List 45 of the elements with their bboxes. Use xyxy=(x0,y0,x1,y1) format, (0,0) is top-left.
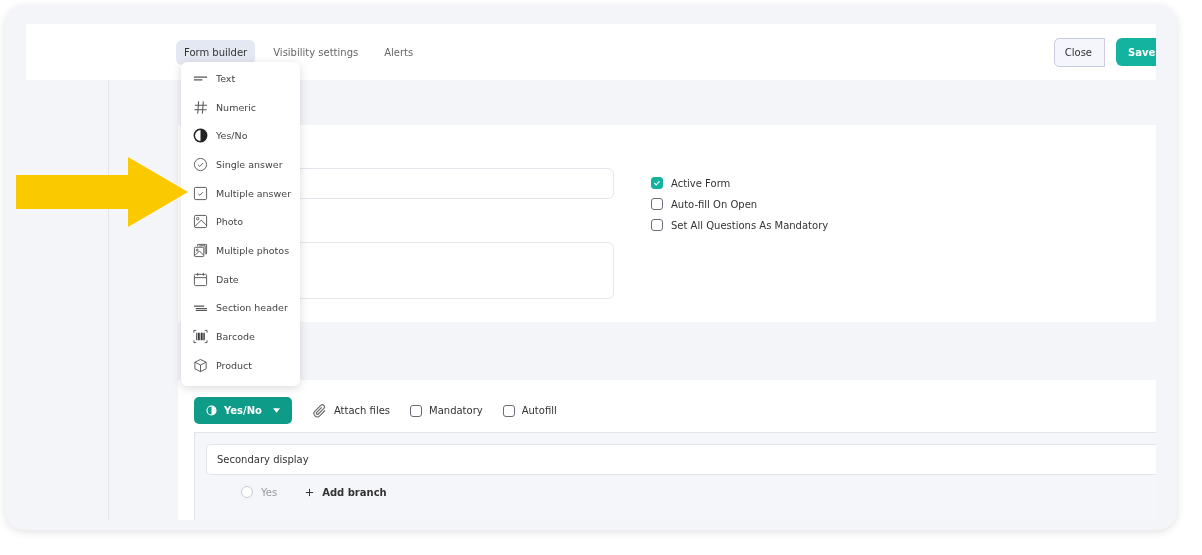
box-icon xyxy=(193,357,208,373)
checkbox[interactable] xyxy=(502,404,515,417)
caret-icon xyxy=(272,408,280,413)
section-title: Secondary display xyxy=(217,454,309,465)
close-button[interactable]: Close xyxy=(1053,37,1105,67)
paperclip-icon xyxy=(311,402,328,419)
checkbox[interactable] xyxy=(651,198,663,210)
menu-item[interactable]: Product xyxy=(181,350,300,380)
menu-item[interactable]: Single answer xyxy=(181,150,300,179)
tab[interactable]: Visibility settings xyxy=(265,39,367,65)
menu-item[interactable]: Photo xyxy=(181,207,300,237)
menu-item[interactable]: Multiple answer xyxy=(181,178,300,208)
image-icon xyxy=(193,214,208,230)
checkbox[interactable] xyxy=(651,219,663,231)
half-circle-icon xyxy=(206,405,217,416)
checkbox-icon xyxy=(193,185,208,201)
checkbox-label: Mandatory xyxy=(429,405,483,416)
calendar-icon xyxy=(193,271,208,287)
checkbox-label: Auto-fill On Open xyxy=(671,198,758,210)
menu-item[interactable]: Date xyxy=(181,264,300,294)
menu-item[interactable]: Barcode xyxy=(181,322,300,351)
radio-button[interactable] xyxy=(241,486,253,498)
checkbox-label: Autofill xyxy=(521,405,557,416)
menu-item[interactable]: Multiple photos xyxy=(181,236,300,265)
checkbox-label: Set All Questions As Mandatory xyxy=(671,219,829,231)
menu-item[interactable]: Section header xyxy=(181,293,300,323)
images-icon xyxy=(193,242,208,258)
checkmark-icon xyxy=(652,178,662,188)
barcode-icon xyxy=(193,329,208,345)
check-circle-icon xyxy=(193,156,208,172)
radio-label: Yes xyxy=(261,486,278,498)
menu-item[interactable]: Text xyxy=(181,64,300,93)
menu-item[interactable]: Numeric xyxy=(181,92,300,122)
checkbox-label: Active Form xyxy=(671,177,731,189)
tab[interactable]: Form builder xyxy=(176,39,256,65)
half-circle-icon xyxy=(193,128,208,144)
plus-icon xyxy=(305,487,315,497)
checkbox[interactable] xyxy=(410,404,423,417)
checkbox[interactable] xyxy=(651,177,663,189)
attach-files-button[interactable]: Attach files xyxy=(311,402,391,419)
tab[interactable]: Alerts xyxy=(376,39,422,65)
hash-icon xyxy=(193,99,208,115)
menu-item[interactable]: Yes/No xyxy=(181,121,300,151)
lines-icon xyxy=(193,75,208,81)
add-branch-button[interactable]: Add branch xyxy=(305,486,387,498)
